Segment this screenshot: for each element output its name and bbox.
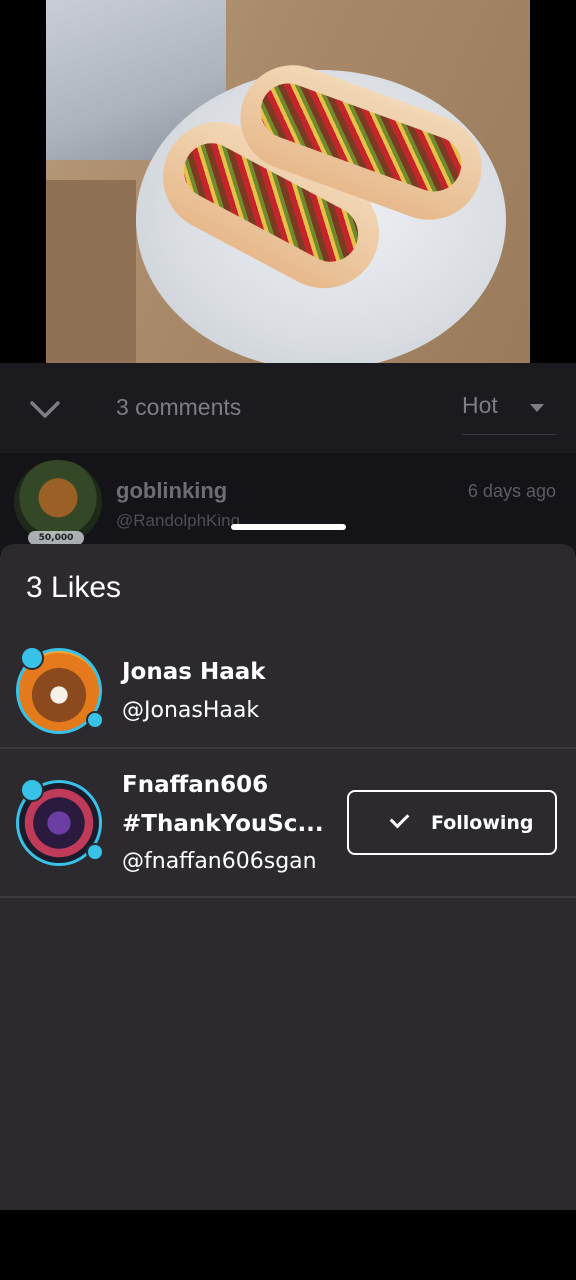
- user-name[interactable]: Jonas Haak: [122, 659, 266, 685]
- chevron-down-icon[interactable]: [28, 392, 62, 426]
- sort-dropdown[interactable]: Hot: [462, 392, 556, 435]
- likes-sheet: [0, 544, 576, 1210]
- table-edge-shape: [46, 180, 136, 363]
- user-name-line2[interactable]: #ThankYouSc...: [122, 811, 324, 837]
- checkmark-icon: [389, 808, 410, 829]
- comment-author-handle: @RandolphKing: [116, 511, 241, 530]
- sheet-drag-handle[interactable]: [231, 524, 346, 530]
- badge-icon: [20, 778, 44, 802]
- comments-count: 3 comments: [116, 394, 242, 420]
- post-image-area: [0, 0, 576, 363]
- user-name[interactable]: Fnaffan606: [122, 772, 268, 798]
- comment-author-name[interactable]: goblinking: [116, 478, 227, 504]
- post-image[interactable]: [46, 0, 530, 363]
- user-handle: @JonasHaak: [122, 698, 260, 723]
- status-dot-icon: [86, 843, 104, 861]
- divider: [0, 896, 576, 898]
- following-label: Following: [431, 812, 534, 834]
- following-button[interactable]: Following: [347, 790, 557, 855]
- status-dot-icon: [86, 711, 104, 729]
- system-nav-bar: [0, 1210, 576, 1280]
- level-badge: 50,000: [28, 531, 84, 545]
- comment-timestamp: 6 days ago: [467, 481, 556, 501]
- caret-down-icon: [530, 404, 544, 412]
- sort-label: Hot: [462, 392, 498, 418]
- likes-title: 3 Likes: [26, 571, 122, 604]
- user-handle: @fnaffan606sgan: [122, 849, 317, 874]
- badge-icon: [20, 646, 44, 670]
- divider: [0, 747, 576, 749]
